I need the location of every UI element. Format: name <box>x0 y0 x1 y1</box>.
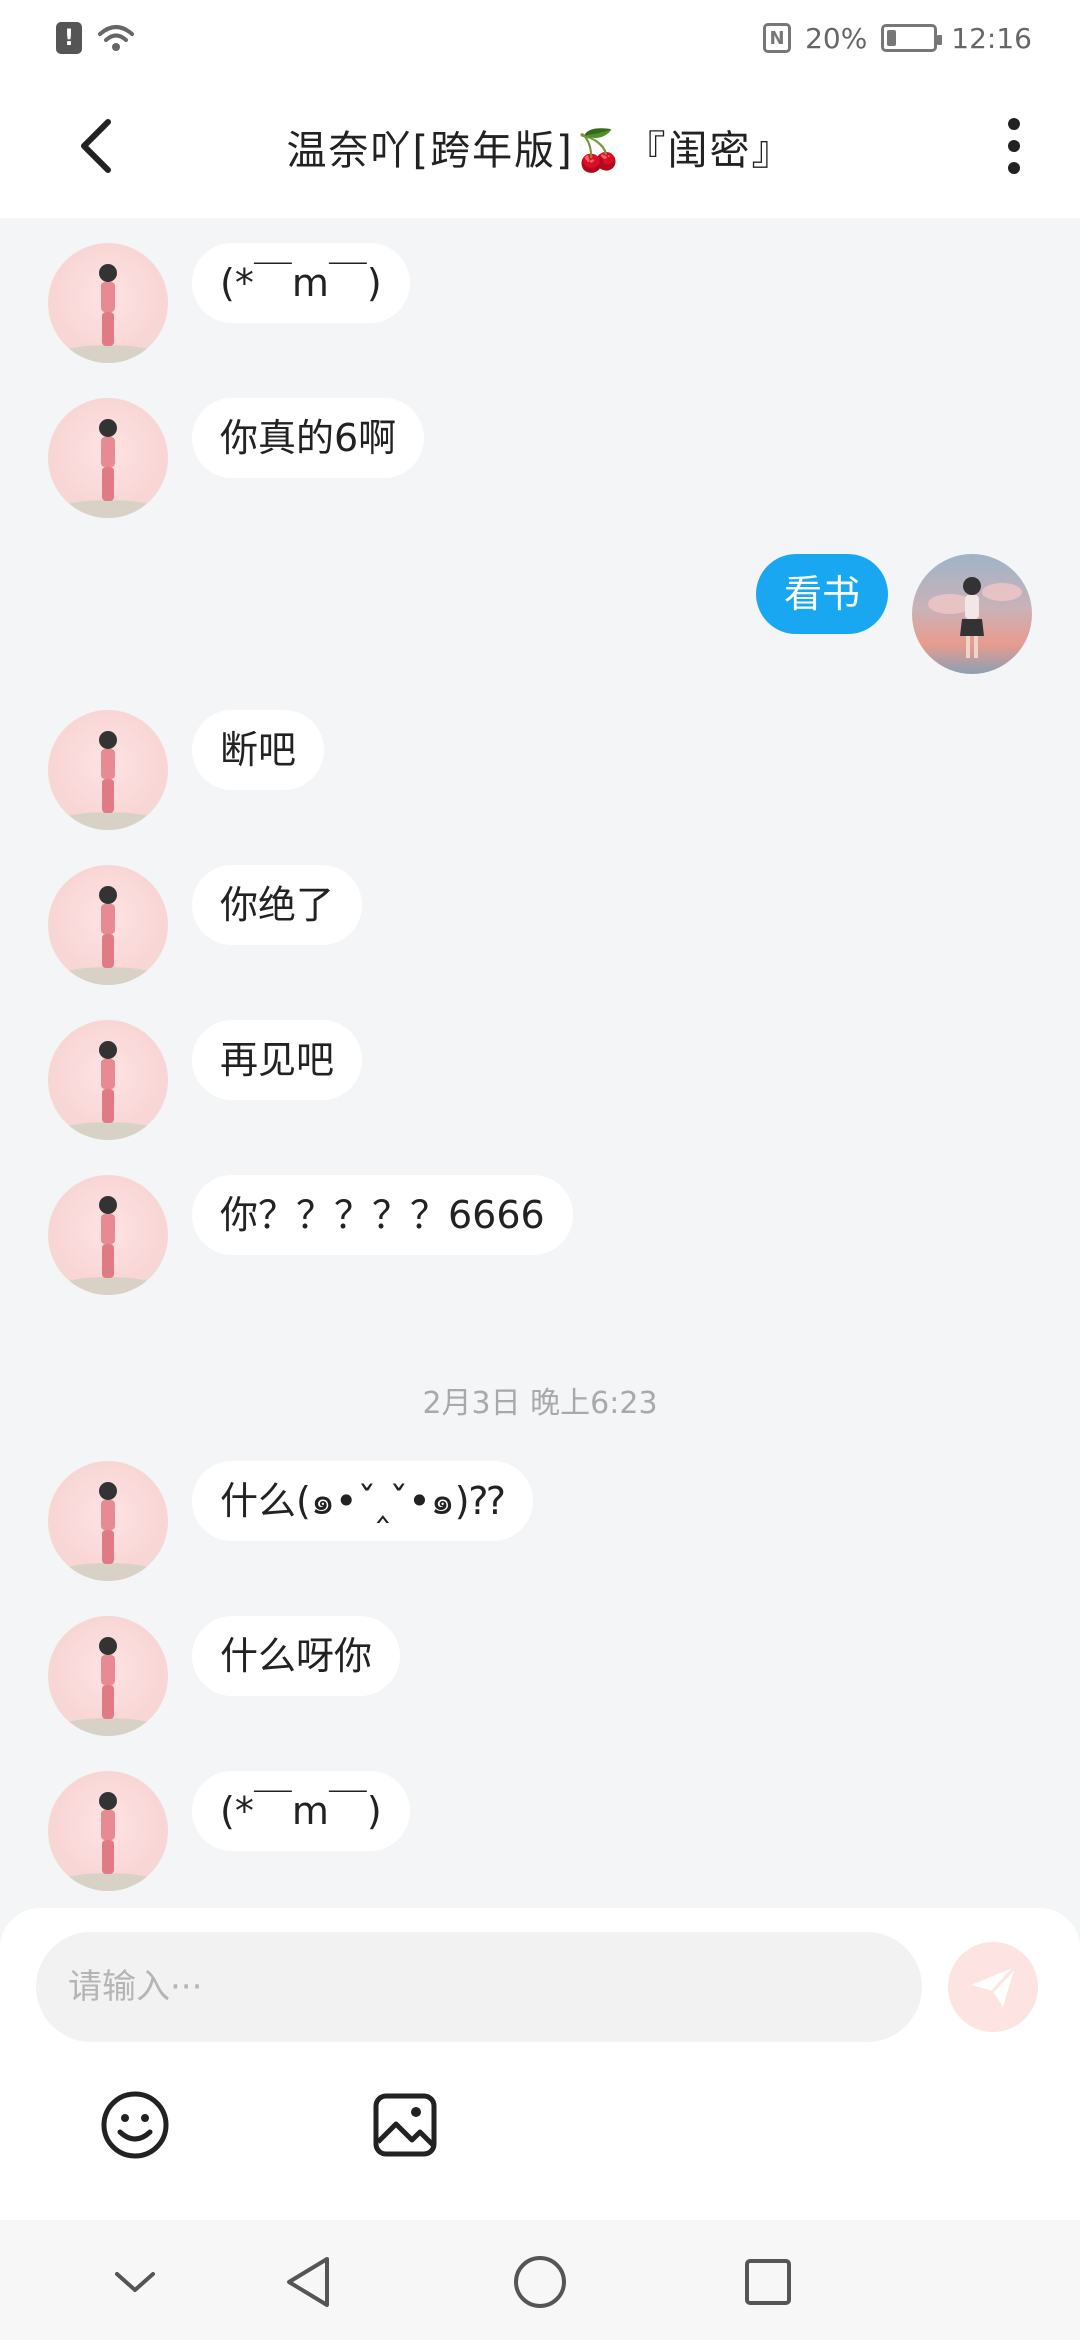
send-button[interactable] <box>948 1942 1038 2032</box>
message-bubble[interactable]: (*￣m￣) <box>192 243 410 323</box>
battery-icon <box>881 24 943 52</box>
status-left: ! <box>56 22 136 54</box>
message-bubble[interactable]: 什么(๑•ˇ‸ˇ•๑)⁇ <box>192 1461 533 1541</box>
circle-home-icon <box>514 2256 566 2308</box>
system-nav-bar <box>0 2220 1080 2340</box>
contact-avatar[interactable] <box>48 243 168 363</box>
message-item: 你？？？？？6666 <box>48 1175 573 1295</box>
message-input[interactable] <box>36 1932 922 2042</box>
message-bubble[interactable]: 你？？？？？6666 <box>192 1175 573 1255</box>
avatar-figure-icon <box>58 1482 158 1581</box>
more-options-button[interactable] <box>984 116 1044 176</box>
square-recent-icon <box>745 2259 791 2305</box>
avatar-figure-icon <box>58 1041 158 1140</box>
message-bubble[interactable]: 什么呀你 <box>192 1616 401 1696</box>
avatar-figure-icon <box>58 731 158 830</box>
avatar-figure-icon <box>58 1637 158 1736</box>
message-item: 再见吧 <box>48 1020 363 1140</box>
message-bubble[interactable]: (*￣m￣) <box>192 1771 410 1851</box>
contact-avatar[interactable] <box>48 1461 168 1581</box>
triangle-back-icon <box>287 2257 329 2307</box>
message-list[interactable]: (*￣m￣) 你真的6啊 看书 断吧 你绝了 再见吧 你？？？？？6666 2月… <box>0 218 1080 1908</box>
avatar-figure-icon <box>58 1196 158 1295</box>
chevron-down-icon <box>115 2272 155 2292</box>
alert-icon: ! <box>56 22 82 54</box>
chat-header: 温奈吖[跨年版]🍒『闺密』 <box>0 76 1080 218</box>
contact-avatar[interactable] <box>48 1020 168 1140</box>
avatar-figure-icon <box>58 886 158 985</box>
contact-avatar[interactable] <box>48 1616 168 1736</box>
message-item: (*￣m￣) <box>48 1771 410 1891</box>
message-item: 什么(๑•ˇ‸ˇ•๑)⁇ <box>48 1461 533 1581</box>
message-bubble[interactable]: 看书 <box>755 554 888 634</box>
message-item: 看书 <box>755 554 1032 674</box>
message-bubble[interactable]: 断吧 <box>192 710 325 790</box>
emoji-button[interactable] <box>98 2088 172 2162</box>
smiley-icon <box>101 2091 169 2159</box>
contact-avatar[interactable] <box>48 1771 168 1891</box>
message-item: 你绝了 <box>48 865 363 985</box>
avatar-figure-icon <box>58 419 158 518</box>
message-item: 你真的6啊 <box>48 398 425 518</box>
battery-percent: 20% <box>805 21 868 55</box>
avatar-figure-icon <box>58 264 158 363</box>
my-avatar[interactable] <box>912 554 1032 674</box>
image-button[interactable] <box>368 2088 442 2162</box>
nav-home-button[interactable] <box>508 2250 572 2314</box>
message-item: (*￣m￣) <box>48 243 410 363</box>
nfc-icon: N <box>763 23 792 53</box>
message-item: 断吧 <box>48 710 325 830</box>
time-divider: 2月3日 晚上6:23 <box>422 1386 658 1421</box>
contact-avatar[interactable] <box>48 1175 168 1295</box>
status-time: 12:16 <box>951 21 1032 55</box>
paper-plane-icon <box>971 1965 1017 2007</box>
nav-back-button[interactable] <box>276 2250 340 2314</box>
contact-avatar[interactable] <box>48 710 168 830</box>
chevron-left-icon <box>81 119 111 173</box>
more-vertical-icon <box>1008 118 1020 174</box>
status-right: N 20% 12:16 <box>763 22 1032 55</box>
contact-avatar[interactable] <box>48 865 168 985</box>
avatar-figure-icon <box>928 577 1022 658</box>
message-bubble[interactable]: 你真的6啊 <box>192 398 425 478</box>
message-bubble[interactable]: 你绝了 <box>192 865 363 945</box>
nav-collapse-button[interactable] <box>103 2250 167 2314</box>
contact-avatar[interactable] <box>48 398 168 518</box>
nav-recent-button[interactable] <box>736 2250 800 2314</box>
wifi-icon <box>98 25 134 51</box>
chat-title: 温奈吖[跨年版]🍒『闺密』 <box>286 128 794 174</box>
back-button[interactable] <box>66 116 126 176</box>
message-bubble[interactable]: 再见吧 <box>192 1020 363 1100</box>
image-icon <box>373 2093 437 2157</box>
input-panel <box>0 1908 1080 2220</box>
status-bar: ! N 20% 12:16 <box>0 0 1080 76</box>
message-item: 什么呀你 <box>48 1616 401 1736</box>
avatar-figure-icon <box>58 1792 158 1891</box>
